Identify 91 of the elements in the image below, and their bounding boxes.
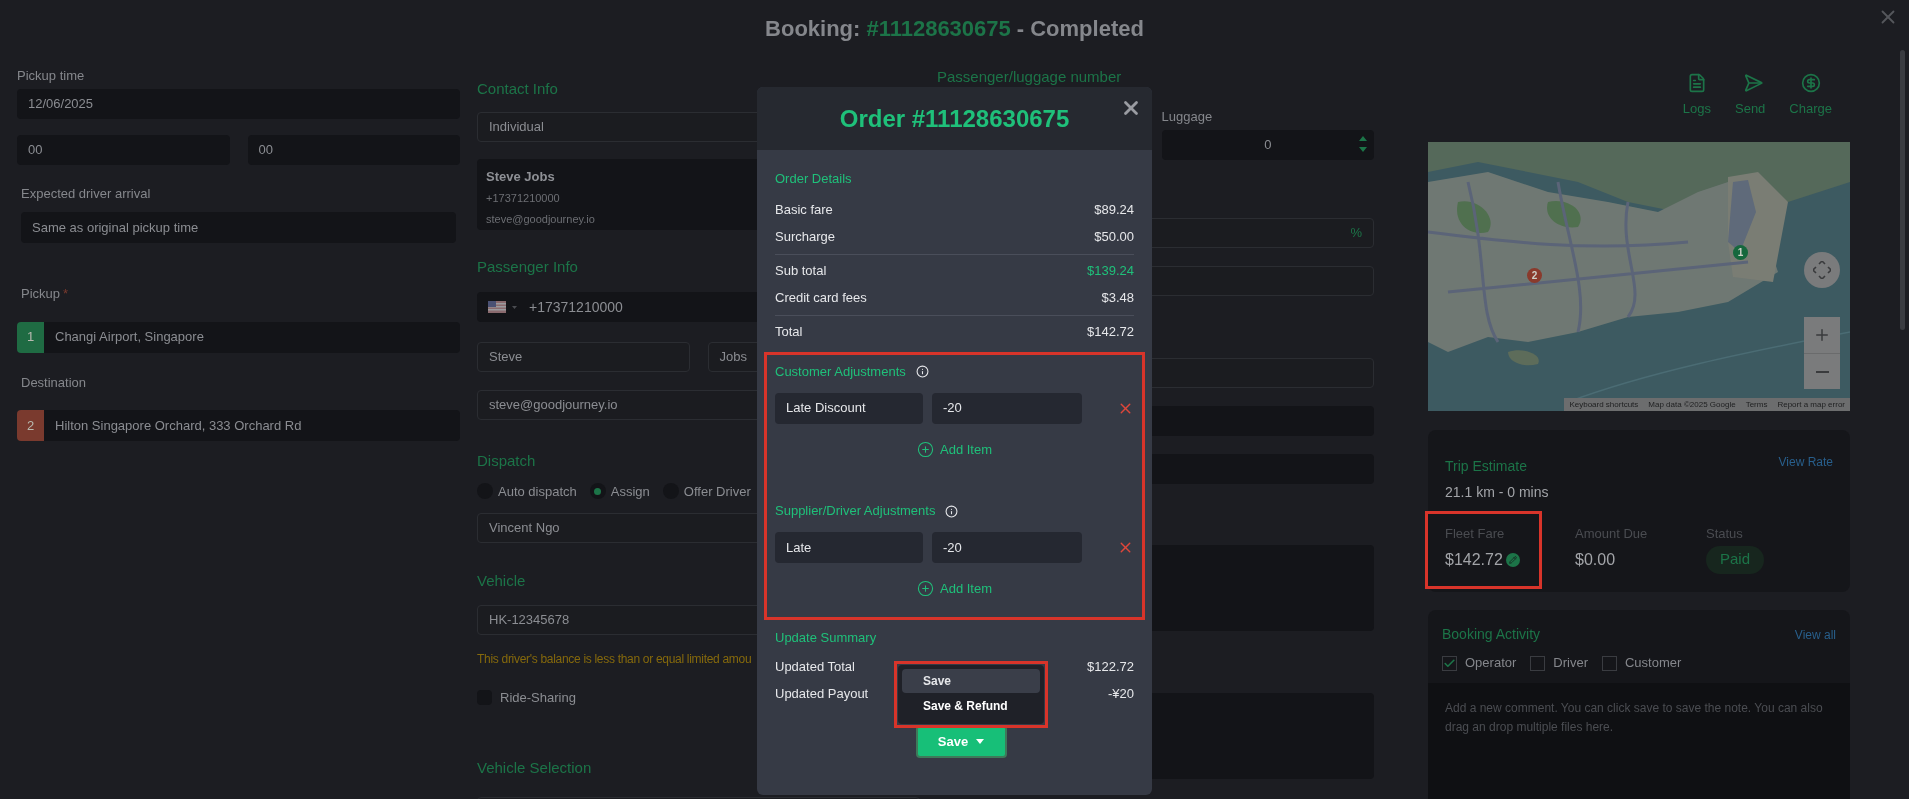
contact-name: Steve Jobs <box>486 167 555 186</box>
adjustment-amount-field[interactable]: -20 <box>932 532 1082 563</box>
required-mark: * <box>63 285 69 303</box>
map-footer-link[interactable]: Terms <box>1745 398 1768 411</box>
fare-value: $50.00 <box>1094 228 1134 247</box>
stop-number: 1 <box>17 321 44 353</box>
select-field[interactable]: Same as original pickup time <box>21 212 456 243</box>
section-heading: Passenger/luggage number <box>937 67 1122 87</box>
dollar-icon <box>1800 73 1821 93</box>
luggage-field[interactable]: 0 <box>1161 130 1374 160</box>
section-heading: Dispatch <box>477 451 536 471</box>
stat-value: $0.00 <box>1575 549 1617 570</box>
field-label: Luggage <box>1161 107 1213 126</box>
field-label: Destination <box>21 373 87 392</box>
view-rate-link[interactable]: View Rate <box>1778 453 1833 471</box>
fare-label: Total <box>775 323 803 342</box>
action-button[interactable]: Charge <box>1789 73 1832 142</box>
plus-circle-icon <box>917 580 934 598</box>
field-label: Pickup time <box>17 67 85 85</box>
map-footer-link[interactable]: Map data ©2025 Google <box>1648 398 1736 411</box>
menu-item[interactable]: Save & Refund <box>902 694 1040 718</box>
first-name-field[interactable]: Steve <box>477 342 690 372</box>
section-heading: Order Details <box>775 170 853 188</box>
fare-value: $3.48 <box>1101 289 1134 308</box>
status-badge: Paid <box>1706 545 1765 574</box>
contact-email: steve@goodjourney.io <box>486 211 595 227</box>
caret-icon <box>976 739 985 744</box>
booking-status: - Completed <box>1016 14 1144 43</box>
contact-phone: +17371210000 <box>486 191 560 206</box>
field-label: Expected driver arrival <box>20 184 151 203</box>
fare-value: $89.24 <box>1094 201 1134 220</box>
adjustment-name-field[interactable]: Late Discount <box>775 392 923 424</box>
card-heading: Booking Activity <box>1442 625 1541 644</box>
add-item-button[interactable]: Add Item <box>917 579 992 599</box>
filter-checkbox[interactable]: Customer <box>1602 653 1682 673</box>
radio-option[interactable]: Offer Driver <box>662 481 751 501</box>
plus-circle-icon <box>917 440 934 458</box>
hour-field[interactable]: 00 <box>17 134 230 165</box>
minute-field[interactable]: 00 <box>247 134 460 165</box>
section-heading: Contact Info <box>477 79 558 99</box>
spinner-icon <box>1359 136 1367 152</box>
page-title: Booking: <box>765 14 861 43</box>
fare-label: Credit card fees <box>775 289 867 308</box>
address-field[interactable]: Changi Airport, Singapore <box>44 321 460 353</box>
summary-value: $122.72 <box>1087 657 1134 676</box>
ride-sharing-checkbox[interactable]: Ride-Sharing <box>477 687 576 707</box>
plus-icon <box>1813 326 1831 344</box>
section-heading: Customer Adjustments <box>775 362 906 381</box>
stat-value: $142.72 <box>1445 549 1503 570</box>
field-label: Pickup <box>21 285 61 303</box>
summary-value: -¥20 <box>1107 684 1134 703</box>
summary-label: Updated Payout <box>775 684 869 703</box>
add-item-button[interactable]: Add Item <box>917 439 992 459</box>
summary-label: Updated Total <box>775 657 855 676</box>
section-heading: Vehicle Selection <box>477 758 592 778</box>
section-heading: Vehicle <box>477 571 526 591</box>
filter-checkbox[interactable]: Operator <box>1442 653 1517 673</box>
address-field[interactable]: Hilton Singapore Orchard, 333 Orchard Rd <box>44 410 460 441</box>
info-icon[interactable] <box>945 504 959 518</box>
booking-number: #11128630675 <box>866 14 1011 43</box>
radio-option[interactable]: Auto dispatch <box>477 481 577 501</box>
action-button[interactable]: Logs <box>1682 73 1711 142</box>
map[interactable]: 1 2 Keyboard shortcuts Map data ©2025 Google Terms Report a map error <box>1428 142 1850 411</box>
caret-icon <box>512 304 517 310</box>
date-field[interactable]: 12/06/2025 <box>17 88 460 119</box>
adjustment-amount-field[interactable]: -20 <box>932 392 1082 424</box>
fare-label: Basic fare <box>775 201 833 220</box>
flag-icon <box>488 301 506 313</box>
info-icon[interactable] <box>915 365 929 378</box>
recenter-icon <box>1813 261 1831 279</box>
scrollbar[interactable] <box>1900 50 1905 330</box>
fare-label: Surcharge <box>775 228 835 247</box>
fare-value: $142.72 <box>1087 323 1134 342</box>
check-icon <box>1443 656 1456 670</box>
adjustment-name-field[interactable]: Late <box>775 532 923 563</box>
view-all-link[interactable]: View all <box>1794 625 1836 644</box>
edit-icon[interactable] <box>1505 552 1520 567</box>
filter-checkbox[interactable]: Driver <box>1530 653 1588 673</box>
warning-text: This driver's balance is less than or equal limited amou <box>477 650 752 668</box>
menu-item[interactable]: Save <box>902 669 1040 693</box>
map-footer-link[interactable]: Report a map error <box>1777 398 1845 411</box>
map-footer-link[interactable]: Keyboard shortcuts <box>1569 398 1639 411</box>
radio-option[interactable]: Assign <box>589 481 650 501</box>
card-heading: Trip Estimate <box>1445 457 1527 476</box>
section-heading: Passenger Info <box>477 256 578 277</box>
fare-label: Sub total <box>775 262 827 281</box>
fare-value: $139.24 <box>1087 262 1134 281</box>
trip-summary: 21.1 km - 0 mins <box>1445 483 1550 502</box>
action-button[interactable]: Send <box>1735 73 1766 142</box>
minus-icon <box>1815 370 1829 373</box>
stop-number: 2 <box>17 410 44 441</box>
